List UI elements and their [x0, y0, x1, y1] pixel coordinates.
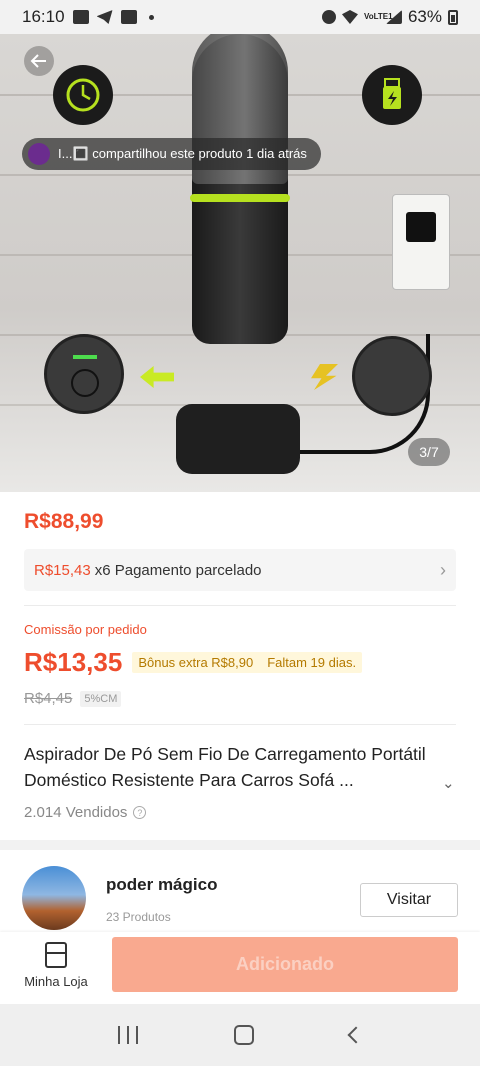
- charging-port-detail-icon: [352, 336, 432, 416]
- power-button-detail: [71, 369, 99, 397]
- recent-apps-icon[interactable]: [118, 1026, 138, 1044]
- product-image-gallery[interactable]: I...🔳 compartilhou este produto 1 dia at…: [0, 34, 480, 492]
- battery-icon: [448, 9, 458, 25]
- facebook-icon: [120, 10, 137, 24]
- share-notification: I...🔳 compartilhou este produto 1 dia at…: [22, 138, 321, 170]
- shop-avatar[interactable]: [22, 866, 86, 930]
- action-bar: Minha Loja Adicionado: [0, 932, 480, 1004]
- battery-percent: 63%: [407, 7, 442, 26]
- divider: [24, 724, 456, 725]
- installment-row[interactable]: R$15,43 x6 Pagamento parcelado ›: [24, 549, 456, 591]
- commission-label: Comissão por pedido: [24, 622, 147, 637]
- bonus-tag: Bônus extra R$8,90 Faltam 19 dias.: [132, 652, 363, 673]
- plug: [406, 212, 436, 242]
- usb-charge-badge-icon: [362, 65, 422, 125]
- wifi-icon: [341, 10, 358, 24]
- arrow-back-icon: [30, 54, 46, 68]
- alarm-icon: [321, 10, 336, 24]
- clock: 16:10: [22, 7, 65, 26]
- store-icon: [45, 942, 67, 968]
- old-commission-row: R$4,45 5%CM: [24, 690, 122, 707]
- my-store-label: Minha Loja: [24, 974, 88, 989]
- product-price: R$88,99: [24, 510, 104, 533]
- visit-button[interactable]: Visitar: [360, 883, 458, 917]
- product-title[interactable]: Aspirador De Pó Sem Fio De Carregamento …: [24, 741, 444, 793]
- shop-products-count: 23 Produtos: [106, 910, 171, 924]
- sold-count-row: 2.014 Vendidos ?: [24, 804, 147, 821]
- section-separator: [0, 840, 480, 850]
- info-icon[interactable]: ?: [133, 806, 147, 819]
- usb-icon: [383, 78, 401, 109]
- commission-value: R$13,35: [24, 647, 123, 677]
- led-indicator: [73, 355, 97, 359]
- chevron-right-icon: ›: [440, 559, 446, 580]
- old-commission-value: R$4,45: [24, 690, 73, 707]
- battery-clock-badge-icon: [53, 65, 113, 125]
- network-label: VoLTE1: [363, 12, 393, 21]
- divider: [24, 605, 456, 606]
- arrow-left-icon: [140, 366, 174, 388]
- sharer-avatar: [28, 143, 50, 165]
- image-counter: 3/7: [408, 438, 450, 466]
- status-right: VoLTE1 63%: [321, 7, 458, 27]
- status-left: 16:10: [22, 7, 154, 27]
- bonus-text: Bônus extra R$8,90: [138, 655, 254, 670]
- installment-text: x6 Pagamento parcelado: [94, 561, 262, 579]
- clock-icon: [66, 78, 100, 112]
- home-icon[interactable]: [234, 1025, 254, 1045]
- commission-row: R$13,35 Bônus extra R$8,90 Faltam 19 dia…: [24, 647, 363, 678]
- my-store-button[interactable]: Minha Loja: [18, 942, 94, 989]
- back-icon[interactable]: [347, 1026, 365, 1044]
- share-text: I...🔳 compartilhou este produto 1 dia at…: [58, 146, 307, 161]
- status-bar: 16:10 VoLTE1 63%: [0, 0, 480, 34]
- added-button[interactable]: Adicionado: [112, 937, 458, 992]
- installment-price: R$15,43: [34, 561, 91, 579]
- commission-rate-tag: 5%CM: [80, 690, 122, 707]
- vacuum-ring: [190, 194, 290, 202]
- vacuum-base: [176, 404, 300, 474]
- sold-count: 2.014 Vendidos: [24, 804, 128, 821]
- wall-socket: [392, 194, 450, 290]
- back-button[interactable]: [24, 46, 54, 76]
- video-icon: [72, 10, 89, 24]
- telegram-icon: [96, 10, 113, 24]
- chevron-down-icon[interactable]: ⌄: [442, 774, 455, 792]
- notification-dot-icon: [148, 14, 154, 20]
- button-detail-icon: [44, 334, 124, 414]
- bonus-remaining: Faltam 19 dias.: [267, 655, 357, 670]
- system-nav-bar: [0, 1004, 480, 1066]
- shop-name[interactable]: poder mágico: [106, 875, 217, 895]
